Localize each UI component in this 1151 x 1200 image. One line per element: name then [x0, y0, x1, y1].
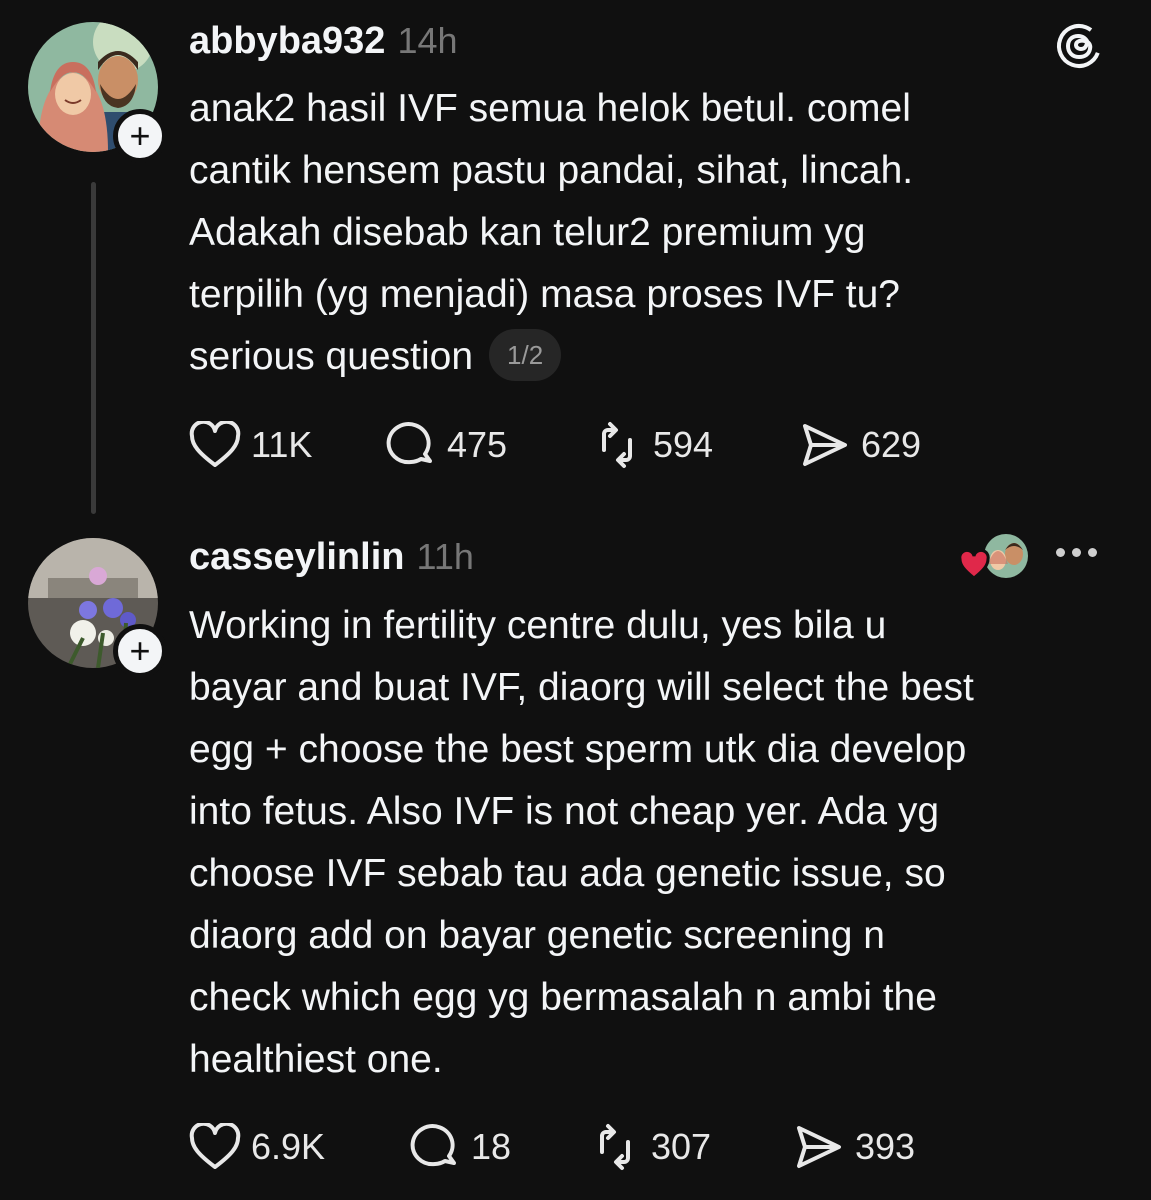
follow-plus-button[interactable]: + [113, 624, 167, 678]
more-dot-icon [1072, 548, 1081, 557]
like-button[interactable]: 6.9K [189, 1123, 409, 1171]
username[interactable]: abbyba932 [189, 20, 385, 63]
post-text-line: choose IVF sebab tau ada genetic issue, … [189, 852, 946, 895]
username[interactable]: casseylinlin [189, 536, 404, 579]
more-dot-icon [1056, 548, 1065, 557]
like-count: 6.9K [251, 1126, 326, 1167]
author-liked-indicator [958, 532, 1034, 584]
like-count: 11K [251, 424, 313, 465]
post-text-line: healthiest one. [189, 1038, 443, 1081]
reply-button[interactable]: 475 [385, 420, 591, 470]
heart-icon [189, 421, 241, 467]
like-button[interactable]: 11K [189, 421, 385, 469]
post-text-line: Working in fertility centre dulu, yes bi… [189, 604, 887, 647]
thread-connector-line [91, 182, 96, 514]
repost-icon [600, 1124, 630, 1170]
more-dot-icon [1088, 548, 1097, 557]
follow-plus-button[interactable]: + [113, 109, 167, 163]
heart-icon [189, 1123, 241, 1169]
threads-logo-icon[interactable] [1055, 22, 1103, 70]
post-text-line: diaorg add on bayar genetic screening n [189, 914, 885, 957]
heart-liked-icon [958, 548, 990, 580]
post-text-line: into fetus. Also IVF is not cheap yer. A… [189, 790, 940, 833]
share-count: 629 [861, 424, 922, 465]
page-indicator-badge: 1/2 [489, 328, 562, 381]
repost-count: 594 [653, 424, 714, 465]
share-count: 393 [855, 1126, 916, 1167]
share-button[interactable]: 393 [793, 1122, 915, 1172]
post-text-line: egg + choose the best sperm utk dia deve… [189, 728, 967, 771]
comment-icon [386, 422, 432, 465]
repost-count: 307 [651, 1126, 712, 1167]
reply-count: 18 [471, 1126, 512, 1167]
repost-icon [602, 422, 632, 468]
post-text-last: serious question [189, 335, 474, 378]
repost-button[interactable]: 594 [591, 420, 799, 470]
send-icon [797, 1126, 841, 1168]
repost-button[interactable]: 307 [589, 1122, 793, 1172]
post-text-line: bayar and buat IVF, diaorg will select t… [189, 666, 974, 709]
post-text-line: terpilih (yg menjadi) masa proses IVF tu… [189, 273, 900, 316]
post-text-line: anak2 hasil IVF semua helok betul. comel [189, 87, 911, 130]
send-icon [803, 424, 847, 466]
timestamp: 14h [397, 20, 458, 61]
post-body: Working in fertility centre dulu, yes bi… [189, 595, 974, 1091]
post-text-line: Adakah disebab kan telur2 premium yg [189, 211, 866, 254]
post-body: anak2 hasil IVF semua helok betul. comel… [189, 78, 913, 388]
reply-button[interactable]: 18 [409, 1122, 589, 1172]
post-text-line: serious question 1/2 [189, 326, 913, 388]
timestamp: 11h [416, 536, 474, 577]
post-actions: 6.9K 18 307 393 [189, 1122, 915, 1172]
post-text-line: cantik hensem pastu pandai, sihat, linca… [189, 149, 914, 192]
comment-icon [410, 1124, 456, 1167]
reply-count: 475 [447, 424, 508, 465]
share-button[interactable]: 629 [799, 420, 921, 470]
more-options-button[interactable] [1056, 548, 1097, 557]
post-text-line: check which egg yg bermasalah n ambi the [189, 976, 937, 1019]
post-actions: 11K 475 594 629 [189, 420, 921, 470]
